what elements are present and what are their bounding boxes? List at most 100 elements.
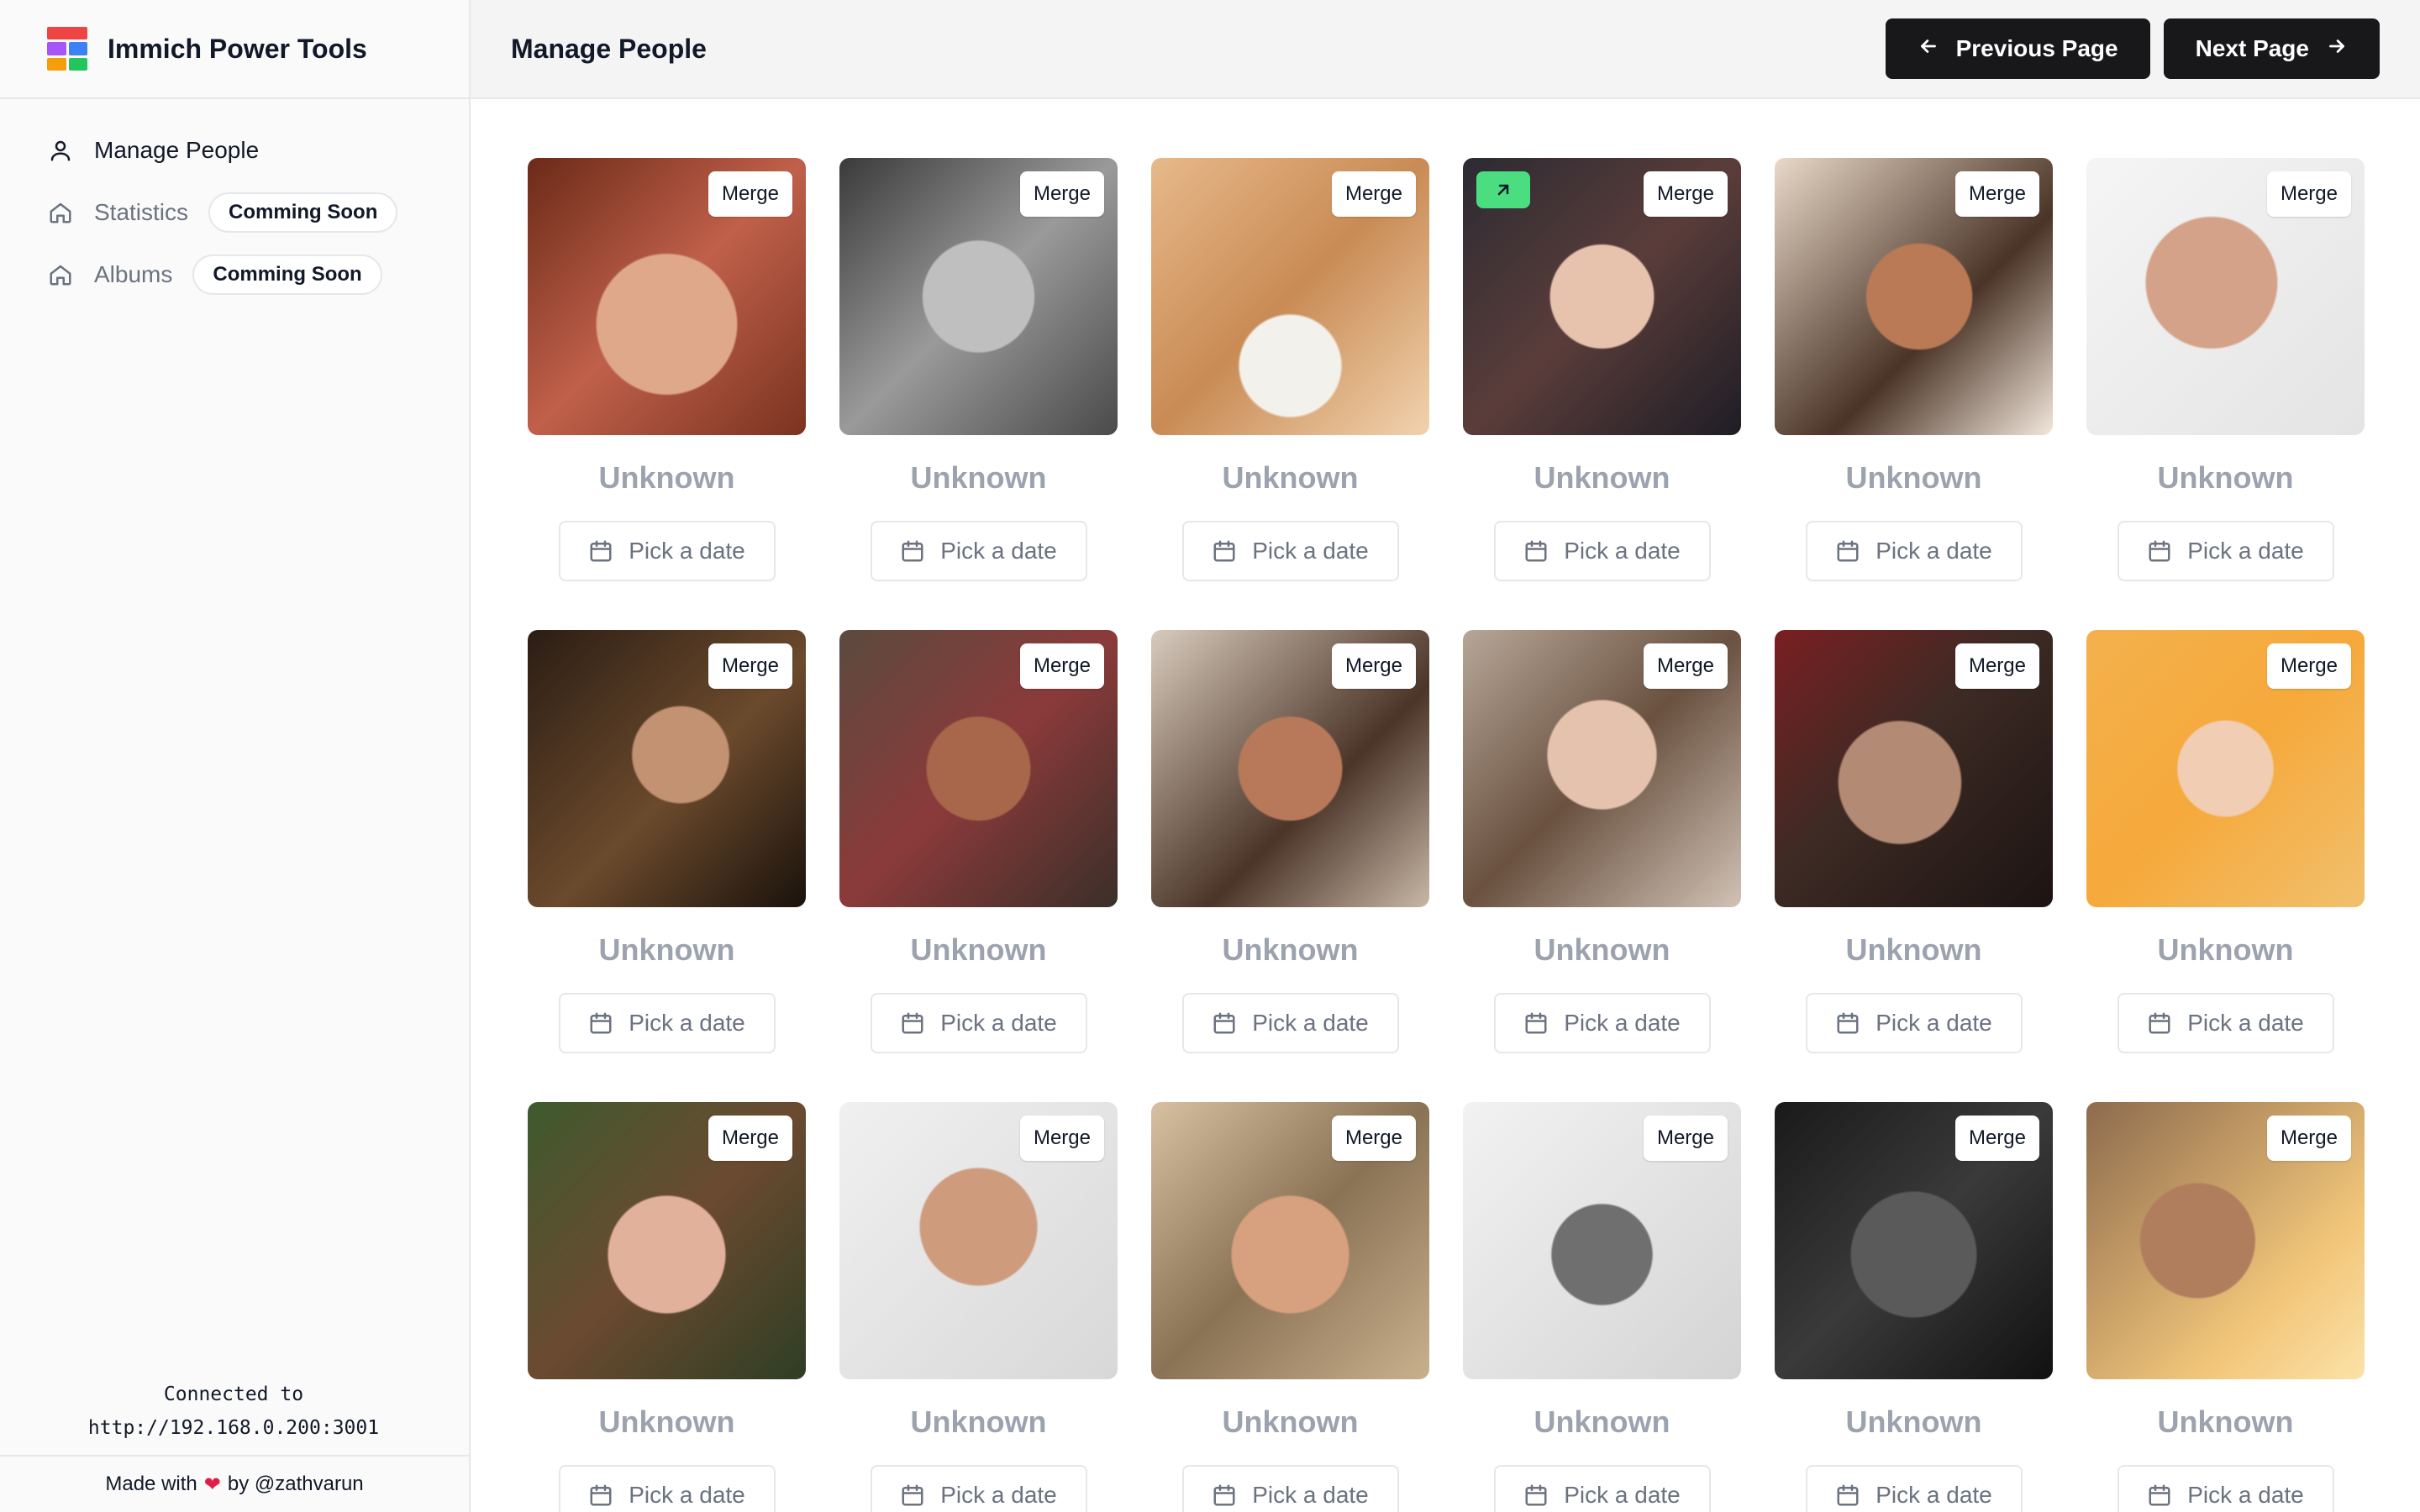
person-photo[interactable]: Merge [528,1102,806,1379]
person-photo[interactable]: Merge [1151,1102,1429,1379]
person-photo[interactable]: Merge [839,158,1118,435]
calendar-icon [590,540,612,562]
calendar-icon [2149,540,2170,562]
person-name[interactable]: Unknown [2086,932,2365,968]
person-card: Merge Unknown Pick a date [1775,1102,2053,1512]
pick-date-button[interactable]: Pick a date [1181,1465,1399,1512]
pick-date-label: Pick a date [1252,1482,1369,1508]
person-photo[interactable]: Merge [1151,630,1429,907]
coming-soon-badge: Comming Soon [208,192,398,233]
previous-page-button[interactable]: Previous Page [1885,18,2150,79]
pick-date-label: Pick a date [1252,1010,1369,1036]
sidebar-item-label: Manage People [94,137,260,163]
person-photo[interactable]: Merge [1775,630,2053,907]
person-name[interactable]: Unknown [1463,460,1741,496]
person-name[interactable]: Unknown [839,460,1118,496]
pick-date-button[interactable]: Pick a date [1181,521,1399,581]
pick-date-button[interactable]: Pick a date [1493,993,1711,1053]
person-photo[interactable]: Merge [1775,1102,2053,1379]
merge-button[interactable]: Merge [1019,643,1104,689]
pick-date-button[interactable]: Pick a date [1805,521,2023,581]
person-name[interactable]: Unknown [1775,460,2053,496]
person-name[interactable]: Unknown [1151,1404,1429,1440]
person-name[interactable]: Unknown [528,932,806,968]
merge-button[interactable]: Merge [1954,171,2039,217]
person-photo[interactable]: Merge [839,630,1118,907]
arrow-left-icon [1918,35,1939,63]
merge-button[interactable]: Merge [1643,171,1728,217]
open-person-button[interactable] [1476,171,1530,208]
person-name[interactable]: Unknown [528,1404,806,1440]
person-name[interactable]: Unknown [1151,460,1429,496]
merge-button[interactable]: Merge [1954,643,2039,689]
app-logo-icon [47,27,87,71]
person-photo[interactable]: Merge [528,630,806,907]
merge-button[interactable]: Merge [1019,1116,1104,1161]
merge-button[interactable]: Merge [2266,1116,2351,1161]
person-name[interactable]: Unknown [1463,932,1741,968]
sidebar-item-manage-people[interactable]: Manage People [0,119,469,181]
pick-date-button[interactable]: Pick a date [558,1465,776,1512]
merge-button[interactable]: Merge [2266,643,2351,689]
pick-date-label: Pick a date [940,538,1057,564]
pick-date-label: Pick a date [940,1010,1057,1036]
pick-date-button[interactable]: Pick a date [1805,993,2023,1053]
pick-date-button[interactable]: Pick a date [1493,1465,1711,1512]
pick-date-button[interactable]: Pick a date [2117,521,2334,581]
person-card: Merge Unknown Pick a date [839,158,1118,630]
person-photo[interactable]: Merge [2086,630,2365,907]
pick-date-button[interactable]: Pick a date [1181,993,1399,1053]
pick-date-button[interactable]: Pick a date [870,993,1087,1053]
person-photo[interactable]: Merge [2086,1102,2365,1379]
person-photo[interactable]: Merge [2086,158,2365,435]
brand[interactable]: Immich Power Tools [0,0,469,99]
person-card: Merge Unknown Pick a date [2086,1102,2365,1512]
person-photo[interactable]: Merge [528,158,806,435]
person-card: Merge Unknown Pick a date [2086,158,2365,630]
pick-date-button[interactable]: Pick a date [1493,521,1711,581]
merge-button[interactable]: Merge [1954,1116,2039,1161]
person-name[interactable]: Unknown [528,460,806,496]
calendar-icon [1525,1012,1547,1034]
merge-button[interactable]: Merge [2266,171,2351,217]
pick-date-button[interactable]: Pick a date [870,1465,1087,1512]
pick-date-button[interactable]: Pick a date [1805,1465,2023,1512]
merge-button[interactable]: Merge [708,171,792,217]
footer-prefix: Made with [105,1473,197,1495]
pick-date-button[interactable]: Pick a date [870,521,1087,581]
person-name[interactable]: Unknown [1151,932,1429,968]
person-photo[interactable]: Merge [1775,158,2053,435]
sidebar-item-albums[interactable]: Albums Comming Soon [0,244,469,306]
person-name[interactable]: Unknown [2086,1404,2365,1440]
person-photo[interactable]: Merge [1463,158,1741,435]
merge-button[interactable]: Merge [708,643,792,689]
person-photo[interactable]: Merge [839,1102,1118,1379]
person-photo[interactable]: Merge [1463,1102,1741,1379]
pick-date-button[interactable]: Pick a date [2117,993,2334,1053]
sidebar-item-label: Albums [94,261,173,287]
person-name[interactable]: Unknown [2086,460,2365,496]
merge-button[interactable]: Merge [1643,643,1728,689]
connection-url: http://192.168.0.200:3001 [87,1417,380,1439]
merge-button[interactable]: Merge [1331,1116,1416,1161]
person-photo[interactable]: Merge [1463,630,1741,907]
person-name[interactable]: Unknown [1775,932,2053,968]
pick-date-button[interactable]: Pick a date [558,521,776,581]
person-card: Merge Unknown Pick a date [2086,630,2365,1102]
merge-button[interactable]: Merge [1643,1116,1728,1161]
merge-button[interactable]: Merge [1331,643,1416,689]
pick-date-button[interactable]: Pick a date [558,993,776,1053]
merge-button[interactable]: Merge [1331,171,1416,217]
merge-button[interactable]: Merge [708,1116,792,1161]
sidebar-item-statistics[interactable]: Statistics Comming Soon [0,181,469,244]
person-name[interactable]: Unknown [839,932,1118,968]
page-title: Manage People [511,33,707,64]
merge-button[interactable]: Merge [1019,171,1104,217]
person-name[interactable]: Unknown [1775,1404,2053,1440]
calendar-icon [1525,1484,1547,1506]
person-name[interactable]: Unknown [1463,1404,1741,1440]
person-name[interactable]: Unknown [839,1404,1118,1440]
pick-date-button[interactable]: Pick a date [2117,1465,2334,1512]
person-photo[interactable]: Merge [1151,158,1429,435]
next-page-button[interactable]: Next Page [2163,18,2380,79]
